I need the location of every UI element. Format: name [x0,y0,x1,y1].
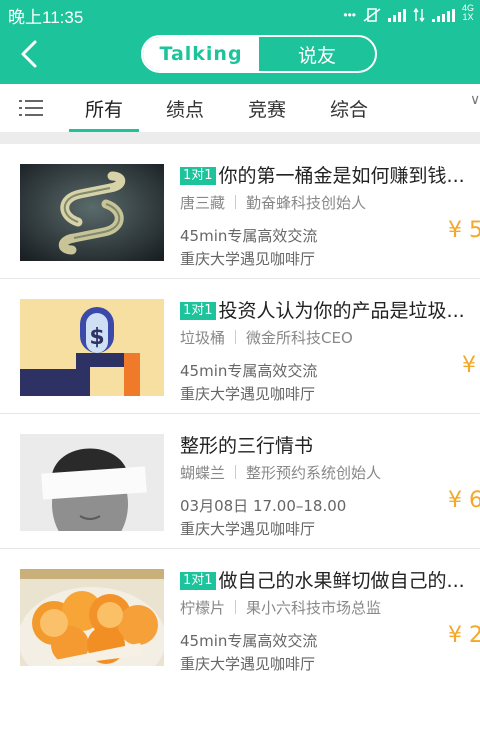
host-role: 果小六科技市场总监 [246,599,382,617]
card-detail: 45min专属高效交流 [180,227,318,245]
card-location: 重庆大学遇见咖啡厅 [180,655,316,673]
card-title: 1对1 你的第一桶金是如何赚到钱... [180,161,480,188]
card-datetime: 03月08日 17.00–18.00 [180,497,347,515]
host-role: 整形预约系统创始人 [246,464,382,482]
data-arrows-icon [413,8,425,22]
category-tab-bar: 所有 绩点 竞赛 综合 ∨ [0,84,480,132]
host-role: 微金所科技CEO [246,329,353,347]
host-name: 柠檬片 [180,599,226,617]
more-tabs-icon[interactable]: ∨ [470,92,480,108]
status-time: 晚上11:35 [8,8,84,27]
app-header: Talking 说友 [0,26,480,84]
segmented-control: Talking 说友 [141,35,377,73]
talk-card[interactable]: 1对1 你的第一桶金是如何赚到钱... 唐三藏 勤奋蜂科技创始人 45min专属高效… [0,144,480,279]
status-bar: 晚上11:35 ••• 4G 1X [0,0,480,27]
more-dots-icon: ••• [343,8,356,22]
tab-competition[interactable]: 竞赛 [248,95,286,122]
card-location: 重庆大学遇见咖啡厅 [180,520,316,538]
tab-all[interactable]: 所有 [85,95,123,122]
vibrate-icon [363,8,381,22]
card-thumbnail-dollar-lock: $ [20,299,164,396]
card-price: ¥ [462,353,476,378]
host-name: 蝴蝶兰 [180,464,226,482]
host-role: 勤奋蜂科技创始人 [246,194,367,212]
signal-icon [387,8,406,22]
card-detail: 45min专属高效交流 [180,632,318,650]
segment-shuoyou[interactable]: 说友 [259,37,375,71]
card-price: ¥ 5 [448,218,480,243]
card-title: 整形的三行情书 [180,435,314,457]
card-title: 1对1 做自己的水果鲜切做自己的... [180,566,480,593]
card-host: 蝴蝶兰 整形预约系统创始人 [180,462,381,483]
card-host: 垃圾桶 微金所科技CEO [180,327,353,348]
talk-card[interactable]: 整形的三行情书 蝴蝶兰 整形预约系统创始人 03月08日 17.00–18.00 … [0,414,480,549]
signal-icon-2 [431,8,455,22]
segment-talking[interactable]: Talking [143,37,259,71]
card-thumbnail-blindfold [20,434,164,531]
section-divider [0,132,480,144]
card-location: 重庆大学遇见咖啡厅 [180,250,316,268]
host-name: 垃圾桶 [180,329,226,347]
one-on-one-badge: 1对1 [180,302,216,320]
card-price: ¥ 6 [448,488,480,513]
card-thumbnail-oranges [20,569,164,666]
card-detail: 45min专属高效交流 [180,362,318,380]
card-location: 重庆大学遇见咖啡厅 [180,385,316,403]
tab-gpa[interactable]: 绩点 [166,95,204,122]
host-name: 唐三藏 [180,194,226,212]
tab-general[interactable]: 综合 [330,95,368,122]
svg-text:$: $ [89,325,104,350]
back-arrow-icon[interactable] [14,38,44,70]
network-type: 4G 1X [461,3,474,22]
card-title: 1对1 投资人认为你的产品是垃圾... [180,296,480,323]
card-thumbnail-money [20,164,164,261]
one-on-one-badge: 1对1 [180,167,216,185]
talk-card[interactable]: 1对1 做自己的水果鲜切做自己的... 柠檬片 果小六科技市场总监 45min专属高… [0,549,480,683]
list-menu-icon[interactable] [19,100,43,116]
one-on-one-badge: 1对1 [180,572,216,590]
status-icons: ••• 4G 1X [343,4,474,22]
card-host: 唐三藏 勤奋蜂科技创始人 [180,192,366,213]
card-host: 柠檬片 果小六科技市场总监 [180,597,381,618]
card-price: ¥ 2 [448,623,480,648]
talk-card[interactable]: $ 1对1 投资人认为你的产品是垃圾... 垃圾桶 微金所科技CEO 45min专属… [0,279,480,414]
